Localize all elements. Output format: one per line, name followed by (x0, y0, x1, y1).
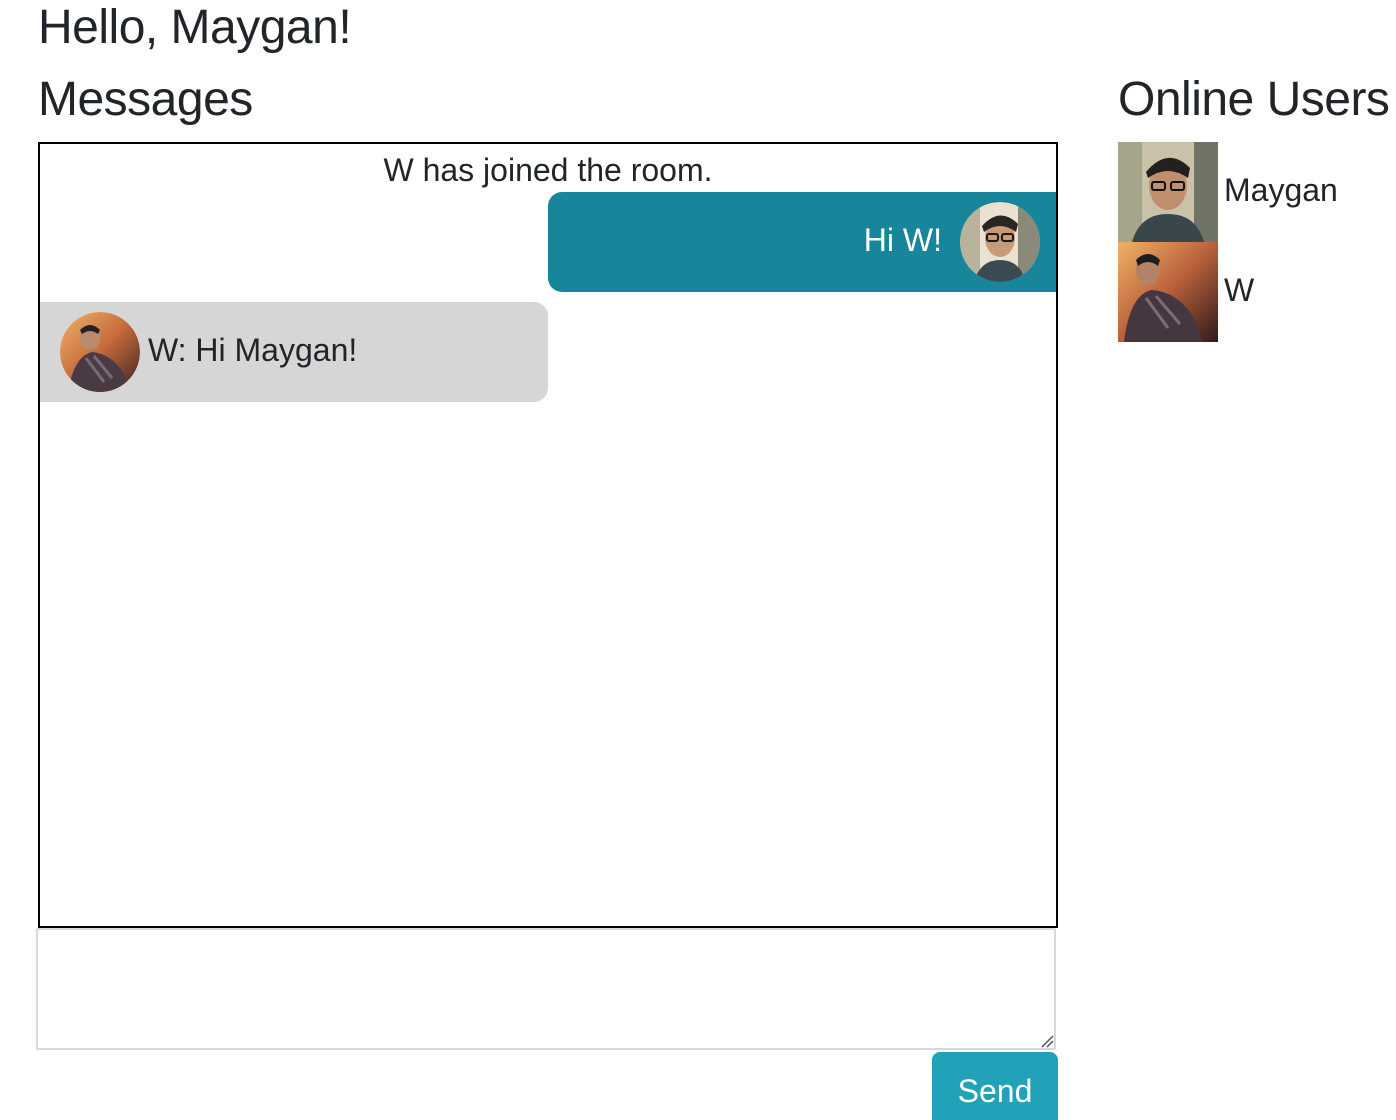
online-users-list: Maygan W (1118, 142, 1388, 342)
online-user-item: W (1118, 242, 1388, 342)
incoming-message: W: Hi Maygan! (40, 302, 548, 402)
incoming-message-text: W: Hi Maygan! (148, 332, 358, 368)
online-user-name: Maygan (1224, 172, 1338, 208)
user-photo-maygan (1118, 142, 1218, 242)
greeting-heading: Hello, Maygan! (38, 1, 352, 54)
online-user-item: Maygan (1118, 142, 1388, 242)
avatar-maygan (960, 202, 1040, 282)
send-button[interactable]: Send (932, 1052, 1058, 1120)
outgoing-message-text: Hi W! (863, 222, 942, 258)
messages-heading: Messages (38, 73, 253, 126)
system-message: W has joined the room. (383, 152, 713, 188)
user-photo-w (1118, 242, 1218, 342)
message-input[interactable] (36, 928, 1056, 1050)
avatar-w (60, 312, 140, 392)
outgoing-message: Hi W! (548, 192, 1056, 292)
message-log[interactable]: W has joined the room. Hi W! W: Hi Mayga… (38, 142, 1058, 928)
online-users-heading: Online Users (1118, 73, 1390, 126)
online-user-name: W (1224, 272, 1255, 308)
resize-handle-icon[interactable] (1038, 1032, 1054, 1048)
chat-page: Hello, Maygan! Messages W has joined the… (0, 0, 1396, 1120)
